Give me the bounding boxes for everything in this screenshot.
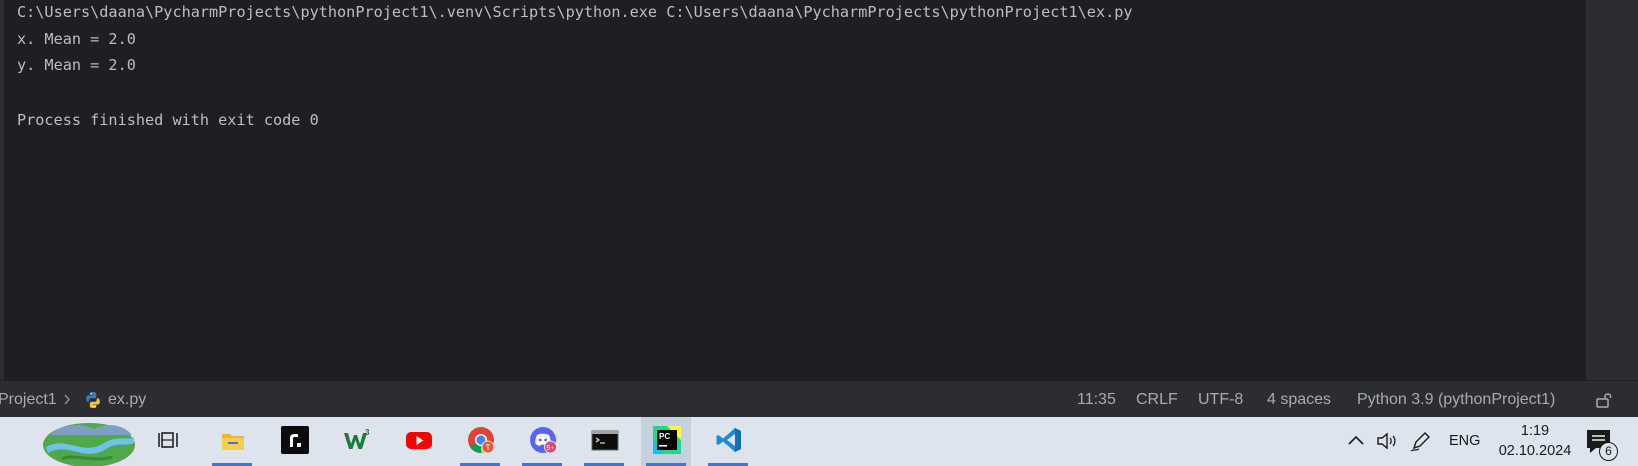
pen-icon[interactable] <box>1408 428 1434 454</box>
console-scrollbar-track[interactable] <box>1586 0 1638 380</box>
interpreter-selector[interactable]: Python 3.9 (pythonProject1) <box>1357 381 1555 418</box>
system-tray: ENG 1:19 02.10.2024 <box>0 417 1638 466</box>
caret-position[interactable]: 11:35 <box>1077 381 1116 418</box>
clock-date: 02.10.2024 <box>1498 443 1572 459</box>
python-file-icon <box>86 392 100 408</box>
clock[interactable]: 1:19 02.10.2024 <box>1485 421 1585 461</box>
console-line-output: y. Mean = 2.0 <box>17 56 136 74</box>
indent-selector[interactable]: 4 spaces <box>1267 381 1331 418</box>
console-line-command: C:\Users\daana\PycharmProjects\pythonPro… <box>17 3 1133 21</box>
console-output[interactable]: C:\Users\daana\PycharmProjects\pythonPro… <box>17 0 1577 380</box>
chevron-right-icon <box>64 394 71 405</box>
unlocked-icon[interactable] <box>1595 391 1613 409</box>
encoding-selector[interactable]: UTF-8 <box>1198 381 1243 418</box>
notification-count-badge: 6 <box>1599 442 1618 461</box>
speaker-icon[interactable] <box>1374 428 1400 454</box>
run-console[interactable]: C:\Users\daana\PycharmProjects\pythonPro… <box>0 0 1638 380</box>
console-line-exit-status: Process finished with exit code 0 <box>17 110 319 129</box>
breadcrumb-separator <box>62 381 72 418</box>
chevron-up-icon[interactable] <box>1343 428 1369 454</box>
line-separator-selector[interactable]: CRLF <box>1136 381 1178 418</box>
breadcrumb-project[interactable]: Project1 <box>0 381 57 418</box>
console-gutter <box>0 0 4 380</box>
input-language[interactable]: ENG <box>1449 417 1480 466</box>
ide-status-bar: Project1 ex.py 11:35 CRLF UTF-8 4 spaces… <box>0 380 1638 417</box>
clock-time: 1:19 <box>1520 423 1550 439</box>
breadcrumb-file[interactable]: ex.py <box>108 381 146 418</box>
console-line-output: x. Mean = 2.0 <box>17 29 136 48</box>
